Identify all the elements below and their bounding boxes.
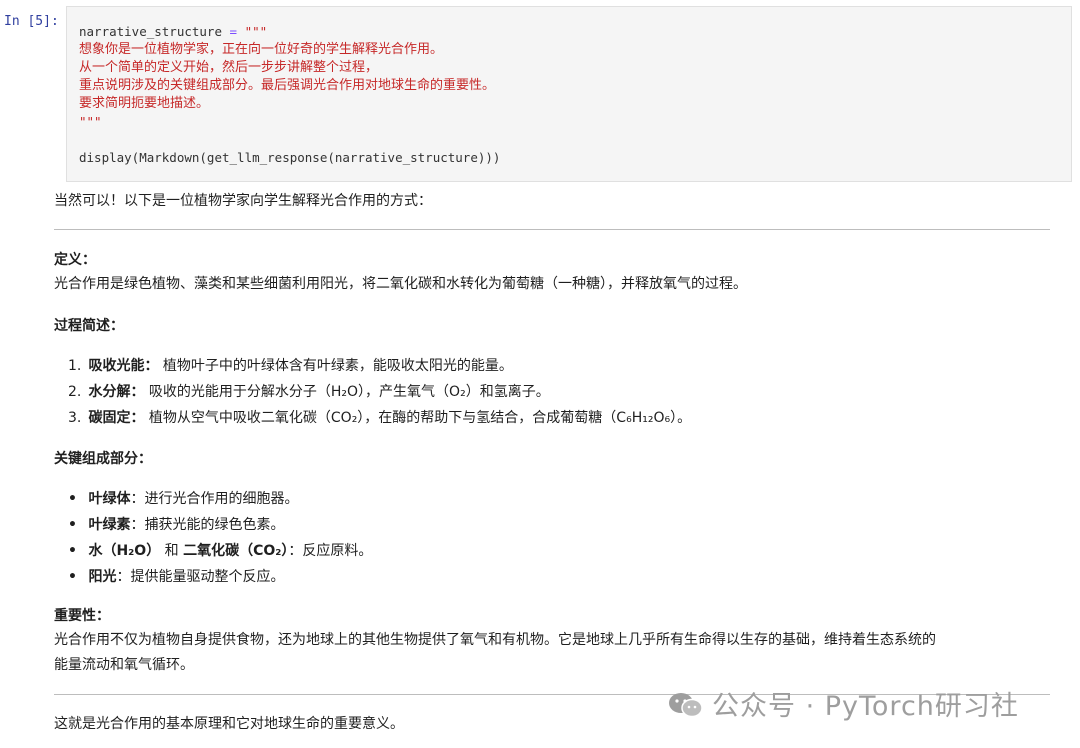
list-number: 1. bbox=[68, 358, 82, 374]
list-item-text: 植物叶子中的叶绿体含有叶绿素，能吸收太阳光的能量。 bbox=[158, 358, 513, 374]
list-item-connector: 和 bbox=[160, 543, 184, 559]
bullet-icon: • bbox=[68, 517, 77, 533]
code-string-line: 要求简明扼要地描述。 bbox=[79, 96, 210, 111]
list-item-text: 吸收的光能用于分解水分子（H₂O），产生氧气（O₂）和氢离子。 bbox=[144, 384, 550, 400]
list-item: 2. 水分解： 吸收的光能用于分解水分子（H₂O），产生氧气（O₂）和氢离子。 bbox=[68, 379, 691, 405]
code-assign: = bbox=[222, 24, 245, 39]
importance-text-line-2: 能量流动和氧气循环。 bbox=[54, 657, 194, 673]
importance-heading: 重要性： bbox=[54, 608, 110, 624]
list-item: • 水（H₂O） 和 二氧化碳（CO₂）：反应原料。 bbox=[68, 538, 372, 564]
definition-text: 光合作用是绿色植物、藻类和某些细菌利用阳光，将二氧化碳和水转化为葡萄糖（一种糖）… bbox=[54, 276, 747, 292]
code-open-quote: """ bbox=[244, 24, 268, 39]
list-item-title-2: 二氧化碳（CO₂） bbox=[183, 543, 289, 559]
list-number: 2. bbox=[68, 384, 82, 400]
divider bbox=[54, 229, 1050, 230]
process-heading: 过程简述： bbox=[54, 318, 124, 334]
conclusion-text: 这就是光合作用的基本原理和它对地球生命的重要意义。 bbox=[54, 716, 404, 732]
list-item-text: ：进行光合作用的细胞器。 bbox=[130, 491, 299, 507]
code-string-line: 重点说明涉及的关键组成部分。最后强调光合作用对地球生命的重要性。 bbox=[79, 78, 496, 93]
watermark-text: 公众号 · PyTorch研习社 bbox=[712, 691, 1019, 722]
code-block: narrative_structure = """ 想象你是一位植物学家，正在向… bbox=[79, 23, 500, 167]
definition-heading: 定义： bbox=[54, 252, 96, 268]
list-number: 3. bbox=[68, 410, 82, 426]
list-item: • 叶绿体：进行光合作用的细胞器。 bbox=[68, 486, 372, 512]
list-item-title: 叶绿素 bbox=[88, 517, 131, 533]
list-item-title: 水（H₂O） bbox=[88, 543, 161, 559]
list-item-text: ：提供能量驱动整个反应。 bbox=[116, 569, 285, 585]
code-string-line: 从一个简单的定义开始，然后一步步讲解整个过程， bbox=[79, 60, 379, 75]
list-item: 1. 吸收光能： 植物叶子中的叶绿体含有叶绿素，能吸收太阳光的能量。 bbox=[68, 353, 691, 379]
cell-prompt: In [5]: bbox=[4, 14, 59, 29]
importance-text-line-1: 光合作用不仅为植物自身提供食物，还为地球上的其他生物提供了氧气和有机物。它是地球… bbox=[54, 632, 936, 648]
code-variable: narrative_structure bbox=[79, 24, 222, 39]
code-display-call: display(Markdown(get_llm_response(narrat… bbox=[79, 150, 501, 165]
list-item-title: 吸收光能： bbox=[88, 358, 159, 374]
code-cell-input[interactable]: narrative_structure = """ 想象你是一位植物学家，正在向… bbox=[66, 6, 1072, 182]
list-item-title: 水分解： bbox=[88, 384, 145, 400]
process-list: 1. 吸收光能： 植物叶子中的叶绿体含有叶绿素，能吸收太阳光的能量。 2. 水分… bbox=[68, 353, 691, 431]
list-item-text: ：捕获光能的绿色色素。 bbox=[130, 517, 285, 533]
watermark: 公众号 · PyTorch研习社 bbox=[668, 684, 1019, 723]
list-item-title: 碳固定： bbox=[88, 410, 145, 426]
bullet-icon: • bbox=[68, 491, 77, 507]
list-item-text: ：反应原料。 bbox=[288, 543, 373, 559]
list-item-text: 植物从空气中吸收二氧化碳（CO₂），在酶的帮助下与氢结合，合成葡萄糖（C₆H₁₂… bbox=[144, 410, 692, 426]
components-list: • 叶绿体：进行光合作用的细胞器。 • 叶绿素：捕获光能的绿色色素。 • 水（H… bbox=[68, 486, 372, 590]
list-item: • 叶绿素：捕获光能的绿色色素。 bbox=[68, 512, 372, 538]
code-string-line: 想象你是一位植物学家，正在向一位好奇的学生解释光合作用。 bbox=[79, 42, 444, 57]
list-item-title: 叶绿体 bbox=[88, 491, 131, 507]
list-item: 3. 碳固定： 植物从空气中吸收二氧化碳（CO₂），在酶的帮助下与氢结合，合成葡… bbox=[68, 405, 691, 431]
output-intro: 当然可以！以下是一位植物学家向学生解释光合作用的方式： bbox=[54, 193, 432, 209]
wechat-icon bbox=[668, 691, 704, 719]
components-heading: 关键组成部分： bbox=[54, 451, 152, 467]
list-item: • 阳光：提供能量驱动整个反应。 bbox=[68, 564, 372, 590]
bullet-icon: • bbox=[68, 543, 77, 559]
code-close-quote: """ bbox=[79, 114, 102, 129]
bullet-icon: • bbox=[68, 569, 77, 585]
list-item-title: 阳光 bbox=[88, 569, 117, 585]
